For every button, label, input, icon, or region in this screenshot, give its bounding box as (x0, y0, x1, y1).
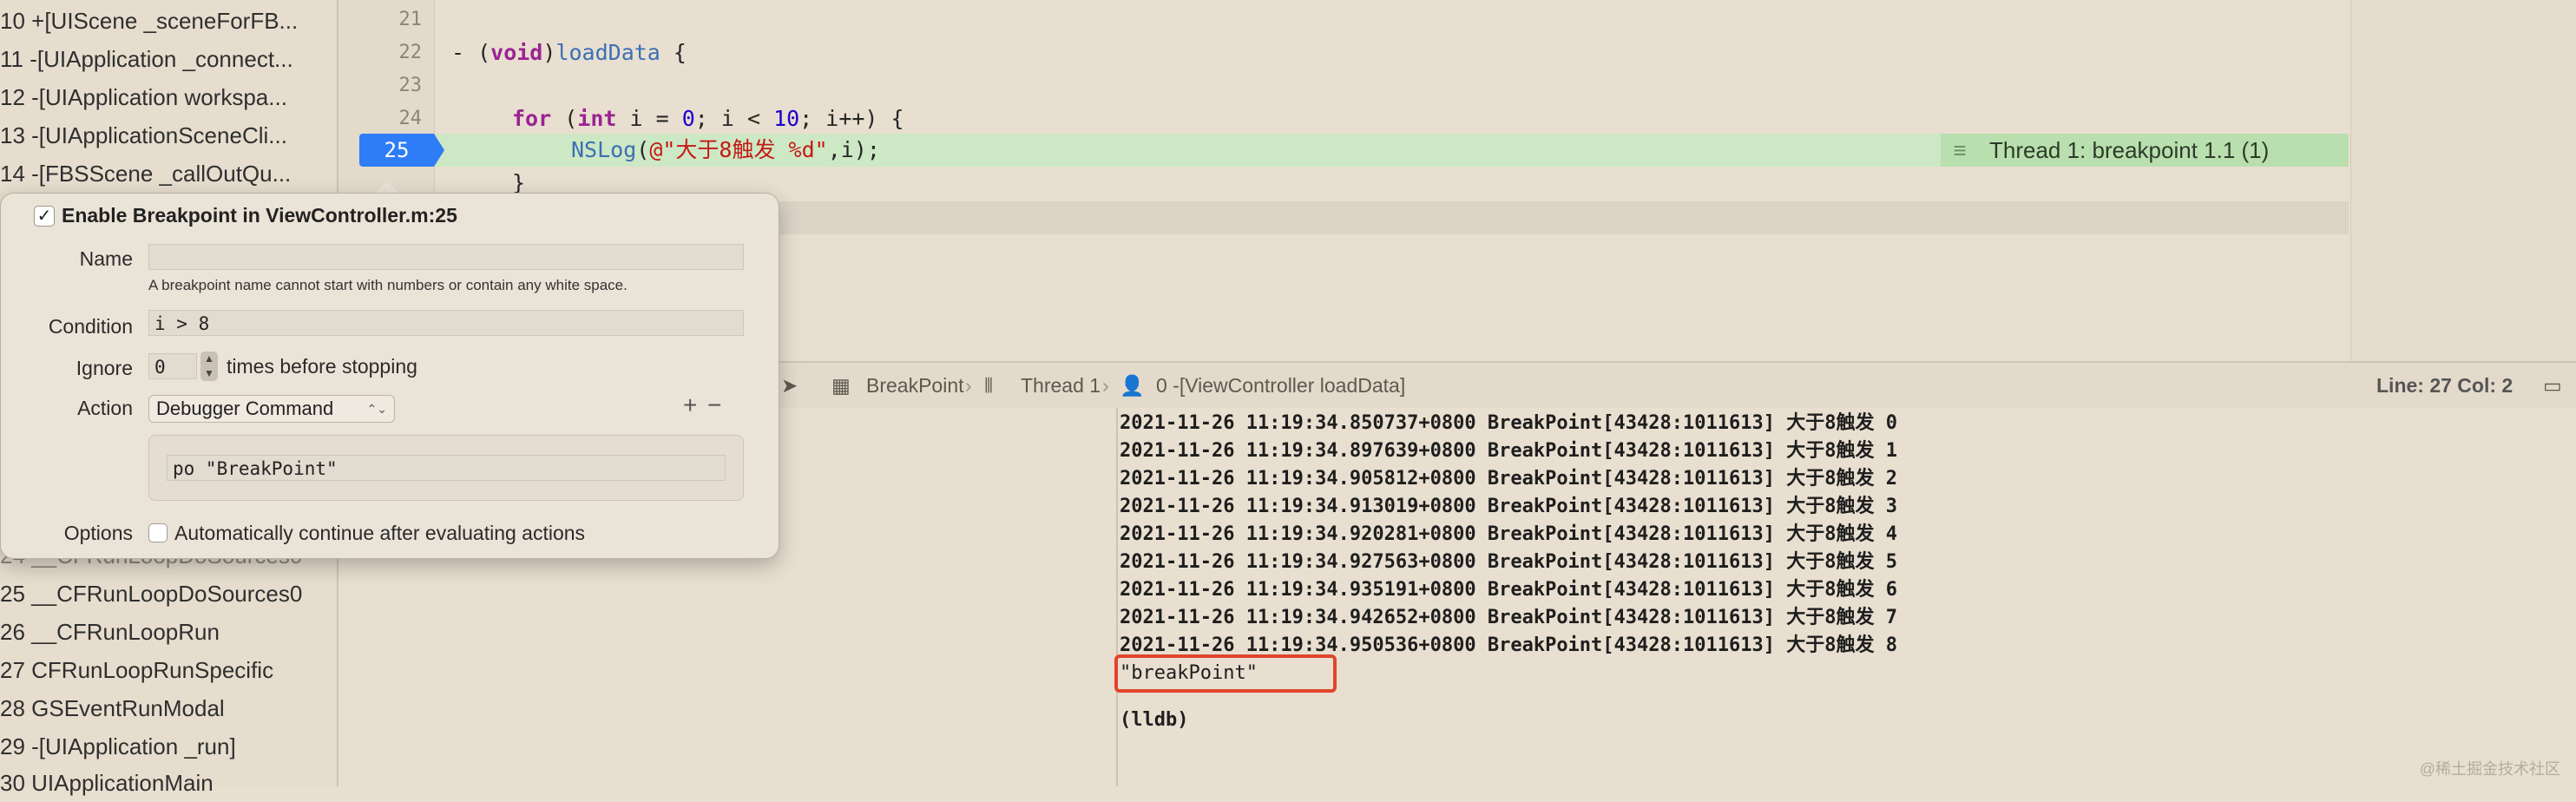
thread-annotation-text: Thread 1: breakpoint 1.1 (1) (1989, 137, 2270, 163)
code-token: loadData (555, 40, 660, 65)
options-label: Options (63, 522, 133, 544)
add-action-button[interactable]: + (683, 391, 697, 419)
code-token: ) (542, 40, 556, 65)
code-line-24[interactable]: for (int i = 0; i < 10; i++) { (512, 102, 904, 135)
code-line-22[interactable]: - (void)loadData { (451, 36, 687, 69)
name-label: Name (79, 247, 133, 270)
breakpoint-name-field[interactable] (148, 244, 744, 270)
app-icon: ▦ (831, 374, 851, 397)
auto-continue-label: Automatically continue after evaluating … (174, 522, 586, 544)
stack-frame[interactable]: 25 __CFRunLoopDoSources0 (0, 575, 302, 613)
code-token: 10 (773, 106, 800, 131)
breadcrumb-target[interactable]: BreakPoint (866, 363, 964, 408)
console-line: 2021-11-26 11:19:34.913019+0800 BreakPoi… (1120, 496, 1897, 517)
action-type-value: Debugger Command (156, 398, 334, 419)
breakpoint-marker[interactable]: 25 (359, 134, 434, 167)
console-line: 2021-11-26 11:19:34.905812+0800 BreakPoi… (1120, 468, 1897, 490)
console-line: 2021-11-26 11:19:34.935191+0800 BreakPoi… (1120, 579, 1897, 601)
console-line: 2021-11-26 11:19:34.897639+0800 BreakPoi… (1120, 440, 1897, 462)
enable-breakpoint-checkbox[interactable]: ✓ (34, 206, 55, 227)
condition-field[interactable]: i > 8 (148, 310, 744, 336)
breadcrumb-frame[interactable]: 0 -[ViewController loadData] (1156, 363, 1405, 408)
stack-frame[interactable]: 11 -[UIApplication _connect... (0, 40, 293, 78)
stack-frame[interactable]: 26 __CFRunLoopRun (0, 613, 220, 651)
action-type-select[interactable]: Debugger Command ⌃⌄ (148, 395, 395, 423)
breadcrumb-thread[interactable]: Thread 1 (1021, 363, 1101, 408)
code-token: @"大于8触发 %d" (649, 137, 828, 162)
stack-frame[interactable]: 10 +[UIScene _sceneForFB... (0, 2, 298, 40)
code-token: ; i++) { (799, 106, 904, 131)
stack-frame[interactable]: 29 -[UIApplication _run] (0, 727, 236, 766)
console-line: 2021-11-26 11:19:34.927563+0800 BreakPoi… (1120, 551, 1897, 573)
stack-frame[interactable]: 14 -[FBSScene _callOutQu... (0, 154, 291, 193)
condition-label: Condition (48, 315, 133, 338)
code-token: NSLog (571, 137, 637, 162)
line-number: 22 (398, 42, 423, 63)
line-number: 24 (398, 108, 423, 129)
chevron-updown-icon: ⌃⌄ (366, 402, 387, 416)
code-token: for (512, 106, 552, 131)
code-token: ( (551, 106, 578, 131)
auto-continue-checkbox[interactable] (148, 523, 168, 542)
line-number: 23 (398, 75, 423, 96)
console-line: 2021-11-26 11:19:34.920281+0800 BreakPoi… (1120, 523, 1897, 545)
code-token: - ( (451, 40, 491, 65)
stack-frame[interactable]: 27 CFRunLoopRunSpecific (0, 651, 273, 689)
breakpoint-editor-popover: ✓ Enable Breakpoint in ViewController.m:… (0, 193, 779, 559)
code-line-25[interactable]: NSLog(@"大于8触发 %d",i); (571, 134, 880, 167)
ignore-count-field[interactable]: 0 (148, 353, 197, 379)
console-line: 2021-11-26 11:19:34.850737+0800 BreakPoi… (1120, 412, 1897, 434)
debug-console[interactable]: 2021-11-26 11:19:34.850737+0800 BreakPoi… (1118, 408, 2576, 786)
code-token: 0 (681, 106, 695, 131)
stack-frame[interactable]: 13 -[UIApplicationSceneCli... (0, 116, 287, 154)
stack-frame[interactable]: 28 GSEventRunModal (0, 689, 225, 727)
code-token: { (660, 40, 687, 65)
minimap (2350, 0, 2576, 361)
thread-annotation: ≡ Thread 1: breakpoint 1.1 (1) (1941, 134, 2349, 167)
thread-icon: ⦀ (984, 374, 994, 397)
debugger-command-box: po "BreakPoint" (148, 435, 744, 501)
remove-action-button[interactable]: − (707, 391, 721, 419)
code-token: ; i < (694, 106, 774, 131)
breadcrumb-separator-icon: › (1102, 374, 1109, 397)
popover-title: Enable Breakpoint in ViewController.m:25 (62, 204, 457, 227)
watermark: @稀土掘金技术社区 (2419, 760, 2560, 778)
code-token: i = (616, 106, 682, 131)
action-label: Action (77, 397, 133, 419)
ignore-label: Ignore (76, 357, 133, 379)
code-token: ,i); (827, 137, 880, 162)
panel-toggle-icon[interactable]: ▭ (2543, 363, 2562, 408)
stack-frame[interactable]: 30 UIApplicationMain (0, 764, 214, 802)
cursor-position: Line: 27 Col: 2 (2376, 374, 2514, 397)
hamburger-icon[interactable]: ≡ (1941, 134, 1979, 167)
code-token: int (577, 106, 617, 131)
location-icon[interactable]: ➤ (781, 363, 798, 408)
highlight-box (1114, 654, 1337, 693)
console-line: 2021-11-26 11:19:34.942652+0800 BreakPoi… (1120, 607, 1897, 628)
lldb-prompt[interactable]: (lldb) (1120, 707, 1188, 734)
debugger-command-field[interactable]: po "BreakPoint" (167, 455, 726, 481)
person-icon: 👤 (1120, 374, 1145, 397)
code-token: ( (636, 137, 650, 162)
breadcrumb-separator-icon: › (965, 374, 972, 397)
ignore-suffix: times before stopping (227, 355, 417, 378)
line-number: 21 (398, 9, 423, 30)
code-token: void (490, 40, 543, 65)
name-hint: A breakpoint name cannot start with numb… (148, 277, 628, 293)
stack-frame[interactable]: 12 -[UIApplication workspa... (0, 78, 287, 116)
ignore-stepper[interactable]: ▲ ▼ (200, 352, 218, 381)
breakpoint-arrow-icon (434, 134, 444, 167)
